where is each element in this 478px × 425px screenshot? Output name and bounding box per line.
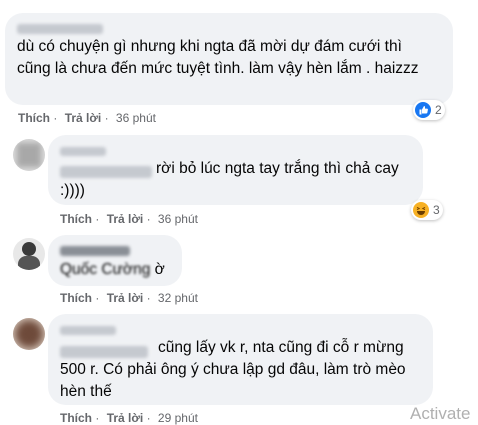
- avatar[interactable]: [13, 238, 45, 270]
- comment-actions: Thích · Trả lời · 32 phút: [60, 291, 198, 305]
- like-icon: [415, 102, 431, 118]
- activate-watermark: Activate: [410, 404, 471, 423]
- like-action[interactable]: Thích: [60, 411, 92, 425]
- avatar[interactable]: [13, 139, 45, 171]
- reply-action[interactable]: Trả lời: [107, 212, 144, 226]
- comment-bubble: dù có chuyện gì nhưng khi ngta đã mời dự…: [5, 13, 453, 105]
- comment-time[interactable]: 36 phút: [116, 111, 156, 125]
- comment-time[interactable]: 29 phút: [158, 411, 198, 425]
- reply-action[interactable]: Trả lời: [107, 411, 144, 425]
- comment-text-line: cũng lấy vk r, nta cũng đi cỗ r mừng: [158, 339, 404, 356]
- comment-text: rời bỏ lúc ngta tay trắng thì chả cay :)…: [60, 160, 399, 199]
- comment-bubble: Quốc Cường ờ: [48, 235, 182, 286]
- like-action[interactable]: Thích: [18, 111, 50, 125]
- comment-time[interactable]: 36 phút: [158, 212, 198, 226]
- author-name-redacted[interactable]: [60, 242, 130, 260]
- reply-action[interactable]: Trả lời: [107, 291, 144, 305]
- reaction-summary[interactable]: 3: [411, 200, 443, 220]
- reaction-summary[interactable]: 2: [413, 100, 445, 120]
- comment-text: Quốc Cường ờ: [60, 259, 165, 281]
- like-action[interactable]: Thích: [60, 212, 92, 226]
- comment-time[interactable]: 32 phút: [158, 291, 198, 305]
- comment-actions: Thích · Trả lời · 36 phút: [60, 212, 198, 226]
- like-action[interactable]: Thích: [60, 291, 92, 305]
- comment-actions: Thích · Trả lời · 36 phút: [18, 111, 156, 125]
- avatar[interactable]: [13, 318, 45, 350]
- reaction-count: 3: [433, 203, 440, 217]
- comment-text: cũng lấy vk r, nta cũng đi cỗ r mừng 500…: [60, 337, 420, 403]
- reply-text: ờ: [154, 261, 165, 278]
- comment-actions: Thích · Trả lời · 29 phút: [60, 411, 198, 425]
- comment-bubble: cũng lấy vk r, nta cũng đi cỗ r mừng 500…: [48, 314, 433, 405]
- mention-link[interactable]: Quốc Cường: [60, 261, 150, 278]
- comment-text-line: 500 r. Có phải ông ý chưa lập gd đâu, là…: [60, 361, 406, 400]
- haha-icon: [413, 202, 429, 218]
- comment-bubble: rời bỏ lúc ngta tay trắng thì chả cay :)…: [48, 135, 423, 205]
- reply-action[interactable]: Trả lời: [65, 111, 102, 125]
- comment-text: dù có chuyện gì nhưng khi ngta đã mời dự…: [17, 38, 419, 77]
- reaction-count: 2: [435, 103, 442, 117]
